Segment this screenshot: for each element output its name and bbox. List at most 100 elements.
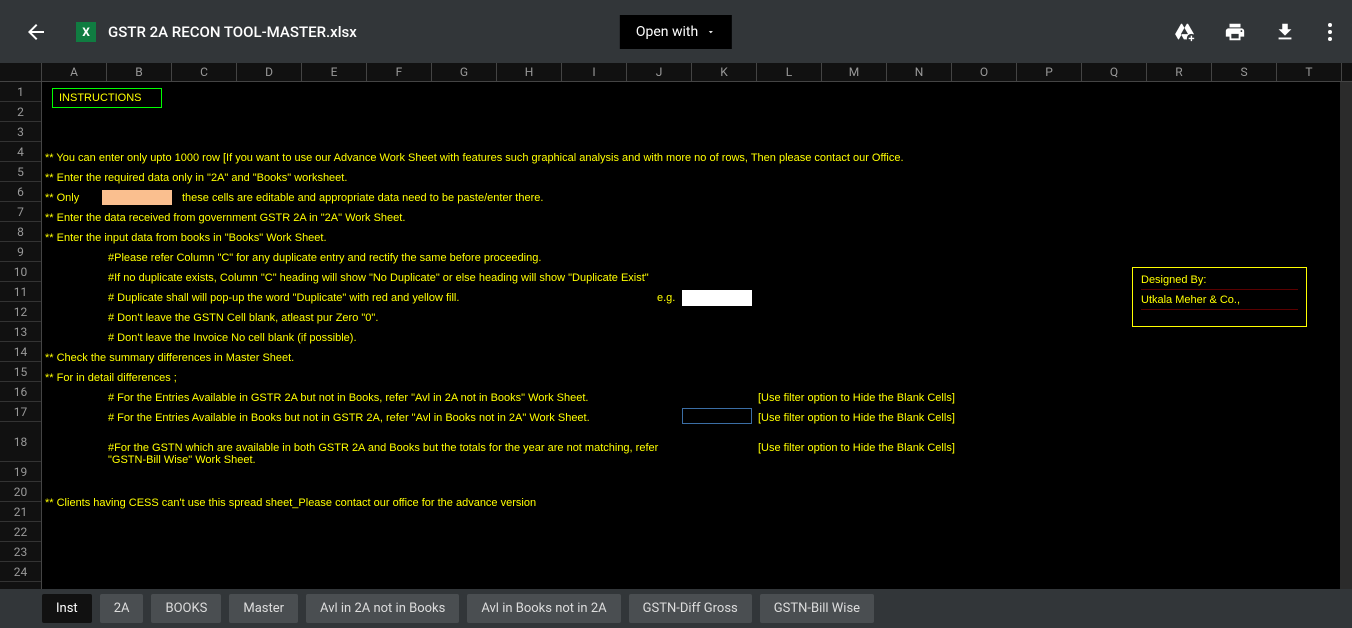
row-header[interactable]: 5 [0, 162, 41, 182]
text-row-18-hint: [Use filter option to Hide the Blank Cel… [758, 442, 955, 454]
row-header[interactable]: 11 [0, 282, 41, 302]
more-options-icon[interactable] [1324, 15, 1332, 49]
text-row-16-hint: [Use filter option to Hide the Blank Cel… [758, 392, 955, 404]
text-row-7: ** Enter the data received from governme… [45, 212, 405, 224]
filename-label: GSTR 2A RECON TOOL-MASTER.xlsx [108, 23, 357, 41]
row-header[interactable]: 1 [0, 82, 41, 102]
column-header[interactable]: N [887, 63, 952, 81]
text-row-20: ** Clients having CESS can't use this sp… [45, 497, 536, 509]
column-header-row: ABCDEFGHIJKLMNOPQRST [0, 63, 1352, 82]
column-header[interactable]: K [692, 63, 757, 81]
print-icon[interactable] [1224, 21, 1246, 43]
row-header[interactable]: 24 [0, 562, 41, 582]
text-row-13: # Don't leave the Invoice No cell blank … [108, 332, 357, 344]
row-header[interactable]: 10 [0, 262, 41, 282]
text-row-17: # For the Entries Available in Books but… [108, 412, 590, 424]
select-all-corner[interactable] [0, 63, 42, 81]
text-row-16: # For the Entries Available in GSTR 2A b… [108, 392, 588, 404]
row-header[interactable]: 19 [0, 462, 41, 482]
column-header[interactable]: D [237, 63, 302, 81]
row-header[interactable]: 16 [0, 382, 41, 402]
text-row-9: #Please refer Column "C" for any duplica… [108, 252, 541, 264]
row-header[interactable]: 22 [0, 522, 41, 542]
designed-by-label: Designed By: [1141, 274, 1298, 290]
sheet-tab[interactable]: Master [229, 594, 298, 623]
row-header[interactable]: 4 [0, 142, 41, 162]
sheet-tab-bar: Inst 2ABOOKS Master Avl in 2A not in Books A… [0, 589, 1352, 628]
row-header[interactable]: 3 [0, 122, 41, 142]
column-header[interactable]: J [627, 63, 692, 81]
row-header[interactable]: 23 [0, 542, 41, 562]
add-to-drive-icon[interactable] [1174, 21, 1196, 43]
row-header-column: 123456789101112131415161718192021222324 [0, 82, 42, 589]
text-row-11: # Duplicate shall will pop-up the word "… [108, 292, 459, 304]
text-row-18: #For the GSTN which are available in bot… [108, 442, 668, 466]
text-row-17-hint: [Use filter option to Hide the Blank Cel… [758, 412, 955, 424]
text-row-11-eg: e.g. [657, 292, 675, 304]
spreadsheet-area: ABCDEFGHIJKLMNOPQRST 1234567891011121314… [0, 63, 1352, 589]
column-header[interactable]: R [1147, 63, 1212, 81]
text-row-6b: these cells are editable and appropriate… [182, 192, 543, 204]
open-with-label: Open with [636, 24, 698, 40]
top-bar: X GSTR 2A RECON TOOL-MASTER.xlsx Open wi… [0, 0, 1352, 63]
sheet-tab[interactable]: GSTN-Diff Gross [629, 594, 752, 623]
row-header[interactable]: 8 [0, 222, 41, 242]
text-row-4: ** You can enter only upto 1000 row [If … [45, 152, 904, 164]
column-header[interactable]: E [302, 63, 367, 81]
column-header[interactable]: G [432, 63, 497, 81]
row-header[interactable]: 6 [0, 182, 41, 202]
instructions-cell[interactable]: INSTRUCTIONS [52, 88, 162, 108]
row-header[interactable]: 13 [0, 322, 41, 342]
text-row-12: # Don't leave the GSTN Cell blank, atlea… [108, 312, 378, 324]
column-header[interactable]: I [562, 63, 627, 81]
text-row-14: ** Check the summary differences in Mast… [45, 352, 294, 364]
column-header[interactable]: A [42, 63, 107, 81]
editable-cell-indicator [102, 190, 172, 205]
back-arrow-icon[interactable] [24, 20, 48, 44]
column-header[interactable]: F [367, 63, 432, 81]
column-header[interactable]: P [1017, 63, 1082, 81]
row-header[interactable]: 20 [0, 482, 41, 502]
grid-body[interactable]: 123456789101112131415161718192021222324 … [0, 82, 1352, 589]
designed-by-name: Utkala Meher & Co., [1141, 294, 1298, 310]
column-header[interactable]: B [107, 63, 172, 81]
column-header[interactable]: Q [1082, 63, 1147, 81]
example-white-cell [682, 290, 752, 306]
sheet-tab[interactable]: 2A [100, 594, 144, 623]
text-row-15: ** For in detail differences ; [45, 372, 177, 384]
column-header[interactable]: T [1277, 63, 1342, 81]
column-header[interactable]: H [497, 63, 562, 81]
download-icon[interactable] [1274, 21, 1296, 43]
column-header[interactable]: O [952, 63, 1017, 81]
row-header[interactable]: 17 [0, 402, 41, 422]
excel-file-icon: X [76, 22, 96, 42]
row-header[interactable]: 12 [0, 302, 41, 322]
designed-by-box: Designed By: Utkala Meher & Co., [1132, 267, 1307, 327]
cell-content-area[interactable]: INSTRUCTIONS ** You can enter only upto … [42, 82, 1352, 589]
column-header[interactable]: C [172, 63, 237, 81]
column-header[interactable]: S [1212, 63, 1277, 81]
row-header[interactable]: 15 [0, 362, 41, 382]
text-row-10: #If no duplicate exists, Column "C" head… [108, 272, 649, 284]
top-action-bar [1174, 15, 1332, 49]
text-row-8: ** Enter the input data from books in "B… [45, 232, 327, 244]
open-with-button[interactable]: Open with [620, 15, 732, 49]
caret-down-icon [706, 27, 716, 37]
row-header[interactable]: 21 [0, 502, 41, 522]
column-header[interactable]: L [757, 63, 822, 81]
sheet-tab[interactable]: Inst [42, 594, 92, 623]
sheet-tab[interactable]: Avl in 2A not in Books [306, 594, 459, 623]
vertical-scrollbar[interactable] [1340, 82, 1352, 589]
text-row-6a: ** Only [45, 192, 79, 204]
row-header[interactable]: 7 [0, 202, 41, 222]
sheet-tab[interactable]: Avl in Books not in 2A [467, 594, 620, 623]
sheet-tab[interactable]: BOOKS [151, 594, 221, 623]
selected-cell-outline[interactable] [682, 408, 752, 424]
row-header[interactable]: 14 [0, 342, 41, 362]
text-row-5: ** Enter the required data only in "2A" … [45, 172, 347, 184]
row-header[interactable]: 9 [0, 242, 41, 262]
column-header[interactable]: M [822, 63, 887, 81]
sheet-tab[interactable]: GSTN-Bill Wise [760, 594, 874, 623]
row-header[interactable]: 2 [0, 102, 41, 122]
row-header[interactable]: 18 [0, 422, 41, 462]
